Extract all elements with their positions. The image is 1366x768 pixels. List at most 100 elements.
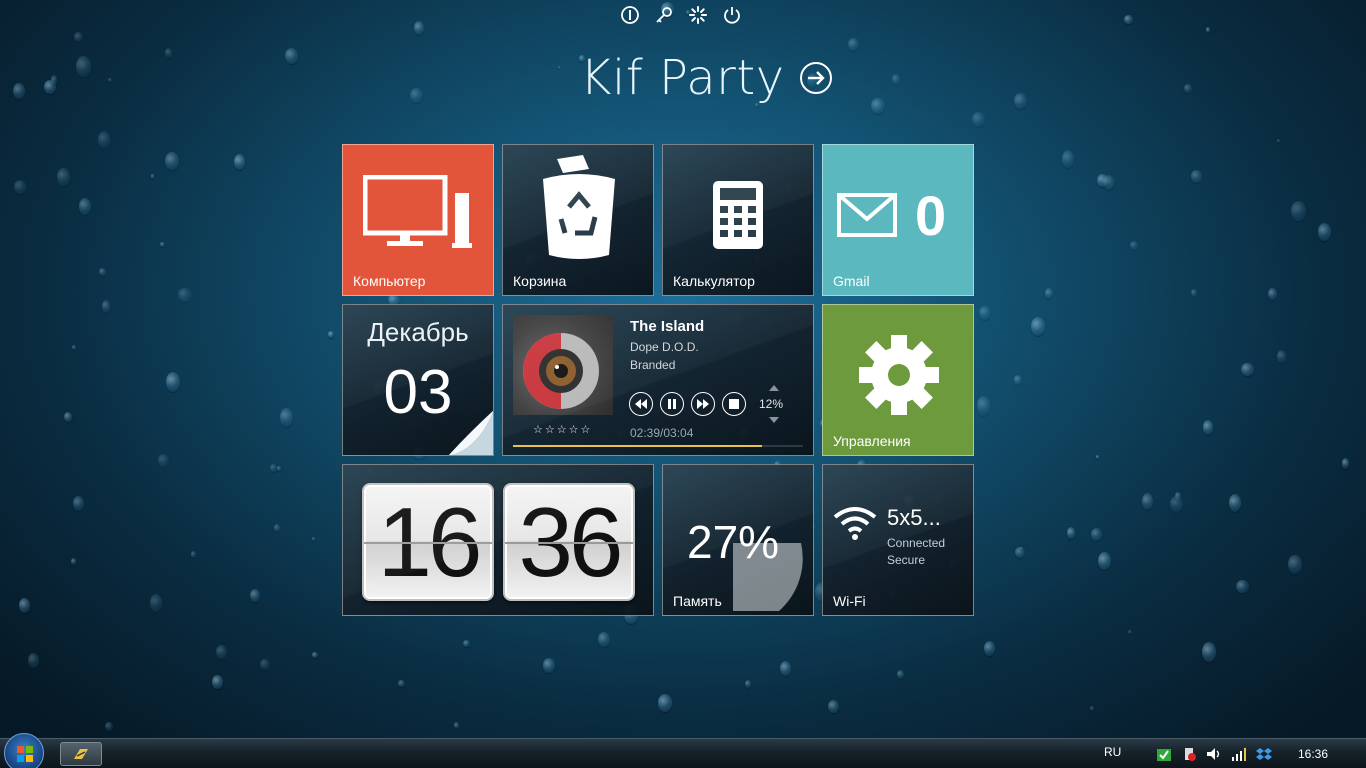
raindrop [1128,630,1132,634]
raindrop [159,241,165,248]
calculator-label: Калькулятор [673,273,755,289]
computer-icon [363,175,472,248]
raindrop [105,722,114,731]
volume-icon[interactable] [1206,746,1222,762]
settings-label: Управления [833,433,911,449]
power-icon[interactable] [722,5,742,25]
rewind-button[interactable] [629,392,653,416]
info-icon[interactable] [620,5,640,25]
user-name: Kif Party [580,50,785,106]
volume-percent: 12% [759,397,784,411]
stop-button[interactable] [722,392,746,416]
raindrop [1170,496,1183,512]
windows-logo-icon [17,746,33,762]
raindrop [312,537,316,542]
raindrop [328,330,334,339]
track-progress-bar[interactable] [513,445,803,447]
raindrop [164,152,179,171]
wifi-status: Connected [887,536,946,550]
raindrop [1067,527,1076,539]
raindrop [71,345,77,350]
wifi-tile[interactable]: 5x5... Connected Secure Wi-Fi [822,464,974,616]
flip-clock-tile[interactable]: 16 36 [342,464,654,616]
download-check-icon[interactable] [1156,746,1172,762]
raindrop [1268,287,1278,300]
wifi-ssid: 5x5... [887,505,941,530]
playback-controls [629,392,746,416]
raindrop [971,112,985,127]
stop-icon [729,399,739,409]
raindrop [150,173,155,179]
start-button[interactable] [4,733,44,768]
raindrop [285,48,299,65]
pause-button[interactable] [660,392,684,416]
wifi-security: Secure [887,553,926,567]
raindrop [454,722,460,730]
raindrop [177,288,192,303]
raindrop [260,659,270,671]
raindrop [462,639,471,648]
album-eye-icon [523,333,599,409]
track-progress-fill [513,445,763,447]
raindrop [1190,170,1203,184]
raindrop [598,632,610,647]
raindrop [13,83,25,100]
language-indicator[interactable]: RU [1104,745,1121,759]
raindrop [157,454,170,467]
raindrop [1130,240,1138,250]
calculator-tile[interactable]: Калькулятор [662,144,814,296]
album-art [513,315,613,415]
gmail-tile[interactable]: 0 Gmail [822,144,974,296]
raindrop [1141,492,1154,510]
raindrop [871,98,886,114]
fast-forward-icon [697,399,709,409]
app-icon [74,749,88,759]
raindrop [1184,84,1192,94]
computer-tile[interactable]: Компьютер [342,144,494,296]
raindrop [149,593,163,612]
music-player-tile[interactable]: The Island Dope D.O.D. Branded 12% ☆☆☆☆☆… [502,304,814,456]
taskbar-app-button[interactable] [60,742,102,766]
calendar-month: Декабрь [367,317,469,347]
recycle-bin-tile[interactable]: Корзина [502,144,654,296]
accessibility-icon[interactable] [688,5,708,25]
raindrop [1102,175,1114,191]
raindrop [558,66,562,70]
track-rating[interactable]: ☆☆☆☆☆ [533,423,592,436]
memory-percent: 27% [687,516,780,568]
volume-down-icon[interactable] [769,417,779,423]
clock-hours: 16 [362,483,494,601]
memory-tile[interactable]: 27% Память [662,464,814,616]
key-icon[interactable] [654,5,674,25]
volume-up-icon[interactable] [769,385,779,391]
raindrop [14,180,27,194]
login-arrow-icon[interactable] [799,61,833,95]
raindrop [896,670,905,679]
raindrop [70,557,77,565]
raindrop [164,48,173,58]
calendar-tile[interactable]: Декабрь 03 [342,304,494,456]
raindrop [312,651,318,659]
raindrop [848,38,859,52]
raindrop [828,699,840,714]
raindrop [979,306,991,321]
clock-minutes: 36 [503,483,635,601]
raindrop [409,88,423,103]
raindrop [744,680,751,689]
pause-icon [668,399,676,409]
fast-forward-button[interactable] [691,392,715,416]
raindrop [1276,139,1280,144]
raindrop [44,79,56,95]
raindrop [1015,547,1025,559]
raindrop [270,463,278,473]
usb-icon[interactable] [1181,746,1197,762]
raindrop [1062,150,1075,168]
raindrop [76,55,91,78]
settings-tile[interactable]: Управления [822,304,974,456]
raindrop [892,74,901,85]
raindrop [50,74,58,85]
taskbar-clock[interactable]: 16:36 [1298,747,1328,761]
raindrop [1014,92,1027,110]
signal-icon[interactable] [1231,746,1247,762]
dropbox-icon[interactable] [1256,746,1272,762]
